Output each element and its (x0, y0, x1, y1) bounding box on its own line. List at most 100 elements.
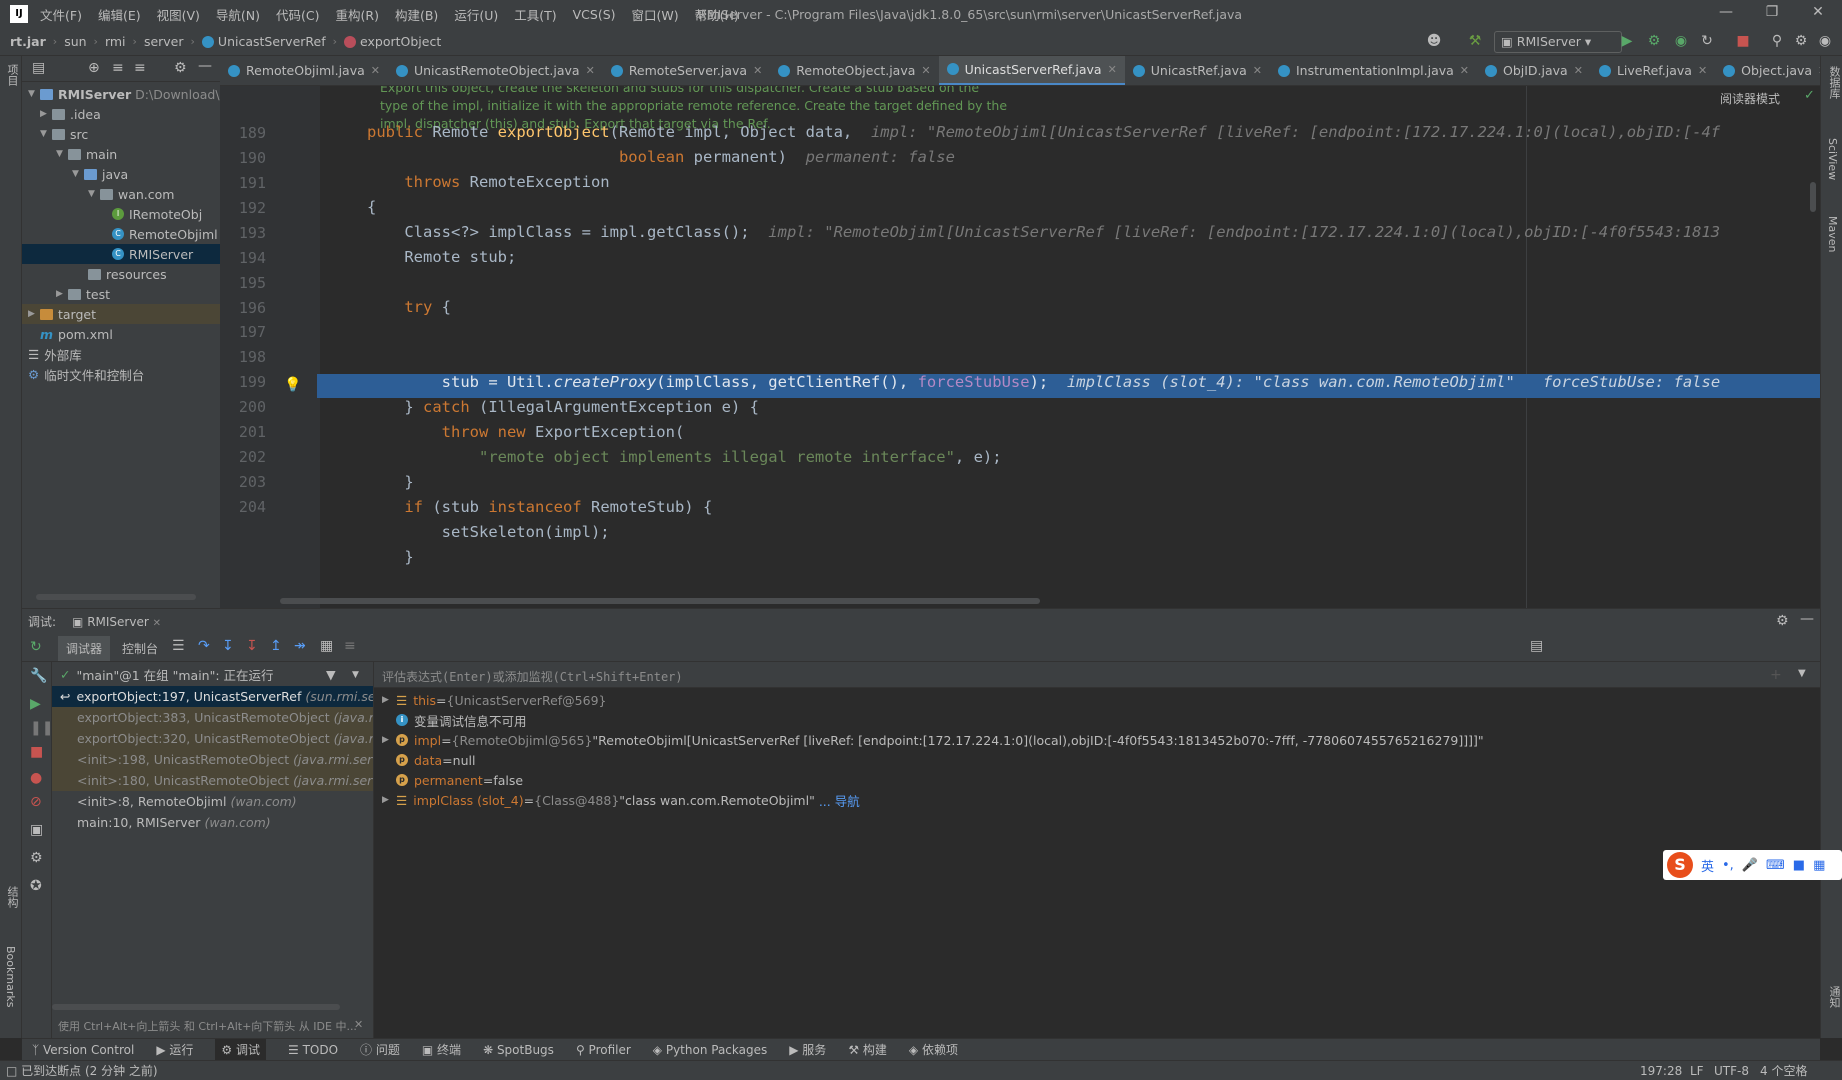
locate-icon[interactable]: ⊕ (88, 60, 100, 76)
layout-menu-icon[interactable]: ☰ (172, 638, 185, 654)
breadcrumb-rmi[interactable]: rmi (105, 34, 126, 49)
lightbulb-icon[interactable]: 💡 (284, 377, 301, 393)
menu-code[interactable]: 代码(C) (276, 5, 319, 24)
tree-node-main[interactable]: ▼ main (28, 144, 117, 164)
var-row-impl[interactable]: ▶ p impl = {RemoteObjiml@565} "RemoteObjim… (374, 730, 1484, 750)
tree-node-remoteobjiml[interactable]: C RemoteObjiml (28, 224, 218, 244)
tool-run[interactable]: ▶ 运行 (156, 1041, 193, 1058)
sogou-logo-icon[interactable]: S (1667, 852, 1693, 878)
menu-navigate[interactable]: 导航(N) (216, 5, 260, 24)
status-message[interactable]: □ 已到达断点 (2 分钟 之前) (6, 1062, 158, 1079)
ime-skin-icon[interactable]: ■ (1793, 858, 1805, 873)
frame-item[interactable]: <init>:8, RemoteObjiml (wan.com) (52, 791, 373, 812)
tree-node-pomxml[interactable]: m pom.xml (28, 324, 113, 344)
tab-unicastserverref[interactable]: UnicastServerRef.java ✕ (938, 56, 1125, 85)
run-to-cursor-icon[interactable]: ↠ (294, 638, 306, 654)
add-watch-icon[interactable]: + (1770, 667, 1782, 683)
hide-panel-icon[interactable]: — (198, 58, 212, 74)
close-window-icon[interactable]: ✕ (1798, 4, 1838, 20)
project-view-icon[interactable]: ▤ (32, 60, 45, 76)
debug-session-tab[interactable]: ▣ RMIServer ✕ (72, 615, 161, 629)
menu-edit[interactable]: 编辑(E) (98, 5, 141, 24)
stop-debug-icon[interactable]: ■ (30, 744, 43, 760)
tool-todo[interactable]: ☰ TODO (288, 1043, 338, 1057)
intellij-logo-icon[interactable]: IJ (10, 5, 28, 23)
history-dropdown-icon[interactable]: ▼ (1798, 668, 1806, 679)
sciview-tool-button[interactable]: SciView (1826, 138, 1839, 180)
menu-view[interactable]: 视图(V) (157, 5, 200, 24)
debug-hide-icon[interactable]: — (1800, 611, 1814, 627)
update-icon[interactable]: ◉ (1816, 33, 1834, 49)
database-tool-button[interactable]: 数据库 (1826, 66, 1842, 99)
breadcrumb-class[interactable]: UnicastServerRef (218, 34, 326, 49)
tab-object[interactable]: Object.java✕ (1715, 56, 1820, 85)
menu-run[interactable]: 运行(U) (454, 5, 498, 24)
trace-icon[interactable]: ≡ (344, 638, 356, 654)
evaluate-icon[interactable]: ▦ (320, 638, 333, 654)
structure-tool-button[interactable]: 结构 (4, 886, 20, 908)
settings-gear-icon[interactable]: ⚙ (1792, 33, 1810, 49)
frame-item[interactable]: exportObject:383, UnicastRemoteObject (ja… (52, 707, 373, 728)
minimize-icon[interactable]: — (1706, 4, 1746, 20)
tool-debug[interactable]: ⚙ 调试 (215, 1039, 266, 1060)
editor-vscrollbar[interactable] (1810, 182, 1816, 212)
menu-file[interactable]: 文件(F) (40, 5, 82, 24)
editor-hscrollbar[interactable] (280, 598, 1040, 604)
search-icon[interactable]: ⚲ (1768, 33, 1786, 49)
tool-build[interactable]: ⚒ 构建 (848, 1041, 887, 1058)
bookmarks-tool-button[interactable]: Bookmarks (4, 946, 17, 1007)
tree-node-target[interactable]: ▶ target (22, 304, 220, 324)
mute-breakpoints-icon[interactable]: ⊘ (30, 794, 42, 810)
tab-console[interactable]: 控制台 (122, 640, 158, 657)
pin-icon[interactable]: ✪ (30, 878, 42, 894)
tree-node-test[interactable]: ▶ test (28, 284, 110, 304)
ime-toolbar[interactable]: S 英 •, 🎤 ⌨ ■ ▦ (1663, 850, 1842, 880)
tool-spotbugs[interactable]: ❋ SpotBugs (483, 1043, 554, 1057)
debug-icon[interactable]: ⚙ (1645, 33, 1663, 49)
pause-icon[interactable]: ❚❚ (30, 720, 53, 736)
inspection-ok-icon[interactable]: ✓ (1804, 88, 1815, 103)
view-breakpoints-icon[interactable]: ● (30, 770, 42, 786)
build-hammer-icon[interactable]: ⚒ (1466, 33, 1484, 49)
tree-node-idea[interactable]: ▶ .idea (28, 104, 101, 124)
tool-python-packages[interactable]: ◈ Python Packages (653, 1043, 767, 1057)
tool-profiler[interactable]: ⚲ Profiler (576, 1043, 631, 1057)
tab-remoteobjiml[interactable]: RemoteObjiml.java ✕ (220, 56, 388, 85)
tree-node-java[interactable]: ▼ java (28, 164, 128, 184)
resume-icon[interactable]: ▶ (30, 696, 41, 712)
profile-icon[interactable]: ↻ (1698, 33, 1716, 49)
layout-settings-icon[interactable]: ▤ (1530, 638, 1543, 654)
evaluate-expression-input[interactable]: 评估表达式(Enter)或添加监视(Ctrl+Shift+Enter) (374, 662, 1820, 688)
reader-mode-toggle[interactable]: 阅读器模式 (1720, 90, 1780, 107)
tab-remoteserver[interactable]: RemoteServer.java ✕ (603, 56, 770, 85)
breadcrumb-server[interactable]: server (144, 34, 184, 49)
tree-node-root[interactable]: ▼RMIServer D:\Download\RMIS (28, 84, 220, 104)
frames-hscrollbar[interactable] (52, 1004, 340, 1010)
notifications-tool-button[interactable]: 通知 (1826, 986, 1842, 1008)
frame-item[interactable]: <init>:180, UnicastRemoteObject (java.rmi… (52, 770, 373, 791)
stop-icon[interactable]: ■ (1734, 33, 1752, 49)
camera-icon[interactable]: ▣ (30, 822, 43, 838)
run-icon[interactable]: ▶ (1618, 33, 1636, 49)
close-hint-icon[interactable]: ✕ (354, 1018, 363, 1031)
tree-node-wancom[interactable]: ▼ wan.com (28, 184, 174, 204)
navigate-link[interactable]: ... 导航 (819, 791, 860, 810)
restore-icon[interactable]: ❐ (1752, 4, 1792, 20)
run-config-select[interactable]: ▣ RMIServer ▾ (1494, 31, 1622, 53)
tree-node-external-libs[interactable]: ☰ 外部库 (28, 344, 82, 364)
menu-refactor[interactable]: 重构(R) (336, 5, 379, 24)
var-row-permanent[interactable]: p permanent = false (374, 770, 523, 790)
expand-all-icon[interactable]: ≡ (134, 60, 146, 76)
tab-remoteobject[interactable]: RemoteObject.java ✕ (770, 56, 938, 85)
tree-hscrollbar[interactable] (36, 594, 196, 600)
debug-gear-icon[interactable]: ⚙ (30, 850, 43, 866)
project-tool-button[interactable]: 项目 (4, 64, 20, 86)
indent-setting[interactable]: 4 个空格 (1760, 1062, 1807, 1079)
tool-services[interactable]: ▶ 服务 (789, 1041, 826, 1058)
frame-item[interactable]: main:10, RMIServer (wan.com) (52, 812, 373, 833)
tree-node-src[interactable]: ▼ src (28, 124, 88, 144)
menu-build[interactable]: 构建(B) (395, 5, 438, 24)
ime-keyboard-icon[interactable]: ⌨ (1766, 858, 1785, 873)
tab-unicastref[interactable]: UnicastRef.java ✕ (1125, 56, 1270, 85)
tree-node-scratches[interactable]: ⚙ 临时文件和控制台 (28, 364, 144, 384)
